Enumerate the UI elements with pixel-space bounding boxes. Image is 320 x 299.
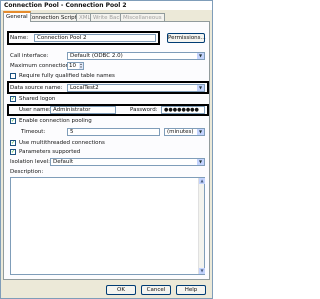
dsn-value: LocalTest2: [70, 85, 99, 91]
max-connections-stepper[interactable]: 10 ▴ ▾: [67, 62, 84, 70]
timeout-unit-value: (minutes): [167, 129, 194, 135]
parameters-label: Parameters supported: [19, 149, 81, 155]
isolation-select[interactable]: Default ▼: [50, 158, 205, 166]
dsn-label: Data source name:: [10, 85, 63, 91]
multithreaded-checkbox[interactable]: ✓: [10, 140, 16, 146]
require-qualified-label: Require fully qualified table names: [19, 73, 115, 79]
isolation-value: Default: [53, 159, 74, 165]
tab-general[interactable]: General: [3, 11, 31, 22]
shared-logon-checkbox[interactable]: ✓: [10, 96, 16, 102]
password-label: Password:: [130, 107, 158, 113]
spin-arrows-icon[interactable]: ▴ ▾: [79, 63, 83, 69]
multithreaded-label: Use multithreaded connections: [19, 140, 105, 146]
enable-pooling-label: Enable connection pooling: [19, 118, 92, 124]
call-interface-value: Default (ODBC 2.0): [70, 53, 123, 59]
call-interface-label: Call interface:: [10, 53, 49, 59]
timeout-input[interactable]: 5: [67, 128, 160, 136]
timeout-unit-select[interactable]: (minutes) ▼: [164, 128, 205, 136]
window-title: Connection Pool - Connection Pool 2: [1, 1, 212, 10]
require-qualified-checkbox[interactable]: [10, 73, 16, 79]
parameters-checkbox[interactable]: ✓: [10, 149, 16, 155]
max-connections-label: Maximum connections:: [10, 63, 74, 69]
description-textarea[interactable]: ▲ ▼: [10, 177, 205, 275]
ok-button[interactable]: OK: [106, 285, 136, 295]
call-interface-select[interactable]: Default (ODBC 2.0) ▼: [67, 52, 205, 60]
user-name-label: User name:: [19, 107, 51, 113]
help-button[interactable]: Help: [176, 285, 206, 295]
timeout-label: Timeout:: [21, 129, 46, 135]
permissions-button[interactable]: Permissions...: [167, 33, 206, 43]
name-input[interactable]: Connection Pool 2: [34, 34, 156, 42]
chevron-down-icon[interactable]: ▼: [197, 53, 204, 59]
scroll-up-icon[interactable]: ▲: [199, 178, 205, 184]
max-connections-value: 10: [69, 63, 76, 69]
shared-logon-label: Shared logon: [19, 96, 56, 102]
chevron-down-icon[interactable]: ▼: [197, 159, 204, 165]
chevron-down-icon[interactable]: ▼: [197, 85, 204, 91]
description-label: Description:: [10, 169, 44, 175]
chevron-down-icon[interactable]: ▼: [197, 129, 204, 135]
dsn-select[interactable]: LocalTest2 ▼: [67, 84, 205, 92]
name-label: Name:: [10, 35, 29, 41]
isolation-label: Isolation level:: [10, 159, 50, 165]
cancel-button[interactable]: Cancel: [141, 285, 171, 295]
enable-pooling-checkbox[interactable]: ✓: [10, 118, 16, 124]
general-panel: Name: Connection Pool 2 Permissions... C…: [3, 21, 210, 280]
connection-pool-dialog: Connection Pool - Connection Pool 2 Gene…: [0, 0, 213, 299]
description-scrollbar[interactable]: ▲ ▼: [198, 178, 205, 274]
user-name-input[interactable]: Administrator: [50, 106, 116, 114]
scroll-down-icon[interactable]: ▼: [199, 268, 205, 274]
password-input[interactable]: ●●●●●●●●: [161, 106, 205, 114]
